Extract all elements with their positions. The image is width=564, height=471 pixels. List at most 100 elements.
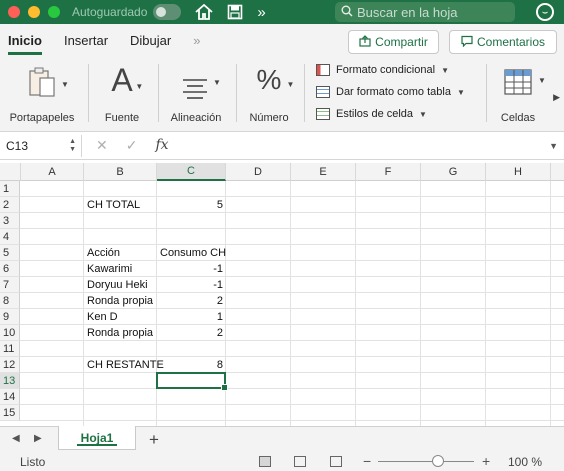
font-group[interactable]: A ▼ Fuente <box>96 60 148 128</box>
zoom-out-icon[interactable]: − <box>363 453 371 469</box>
cell-styles-button[interactable]: Estilos de celda ▼ <box>316 106 465 122</box>
cell-b6[interactable]: Kawarimi <box>84 261 157 277</box>
cells-icon: ▼ <box>504 66 546 103</box>
row-header-5[interactable]: 5 <box>0 245 20 261</box>
column-header-a[interactable]: A <box>21 163 84 181</box>
active-cell-selection[interactable] <box>156 372 228 391</box>
row-header-1[interactable]: 1 <box>0 181 20 197</box>
column-header-c[interactable]: C <box>157 163 226 181</box>
normal-view-icon[interactable] <box>259 456 271 467</box>
row-header-14[interactable]: 14 <box>0 389 20 405</box>
ribbon-divider <box>236 64 237 122</box>
cell-b5[interactable]: Acción <box>84 245 157 261</box>
cells-group[interactable]: ▼ Celdas <box>494 60 546 128</box>
grid-row-line <box>20 420 564 421</box>
alignment-group[interactable]: ▼ Alineación <box>166 60 226 128</box>
save-icon[interactable] <box>227 4 243 20</box>
previous-sheet-icon[interactable]: ◀ <box>12 433 20 444</box>
cell-b7[interactable]: Doryuu Heki <box>84 277 157 293</box>
tab-dibujar[interactable]: Dibujar <box>130 33 171 48</box>
row-header-3[interactable]: 3 <box>0 213 20 229</box>
cell-c7[interactable]: -1 <box>157 277 226 293</box>
expand-formula-bar-icon[interactable]: ▼ <box>549 141 558 151</box>
cell-c10[interactable]: 2 <box>157 325 226 341</box>
feedback-smiley-icon[interactable]: ⌣ <box>536 3 554 21</box>
row-header-8[interactable]: 8 <box>0 293 20 309</box>
page-layout-view-icon[interactable] <box>294 456 306 467</box>
clipboard-group[interactable]: ▼ Portapapeles <box>6 60 78 128</box>
cell-c8[interactable]: 2 <box>157 293 226 309</box>
title-bar: Autoguardado » Buscar en la hoja ⌣ <box>0 0 564 24</box>
cell-b10[interactable]: Ronda propia <box>84 325 157 341</box>
minimize-window-button[interactable] <box>28 6 40 18</box>
insert-function-icon[interactable]: fx <box>155 137 168 154</box>
share-label: Compartir <box>375 35 428 49</box>
row-header-2[interactable]: 2 <box>0 197 20 213</box>
ribbon-divider <box>486 64 487 122</box>
cell-b9[interactable]: Ken D <box>84 309 157 325</box>
search-box[interactable]: Buscar en la hoja <box>335 2 515 22</box>
tab-insertar[interactable]: Insertar <box>64 33 108 48</box>
close-window-button[interactable] <box>8 6 20 18</box>
spreadsheet-grid[interactable]: ABCDEFGH 1 2 3 4 5 6 7 8 9 10 11 12 13 14 15 CH TOTAL 5 A… <box>0 163 564 426</box>
column-header-e[interactable]: E <box>291 163 356 181</box>
add-sheet-icon[interactable]: + <box>149 430 159 450</box>
comments-label: Comentarios <box>476 35 546 49</box>
row-header-12[interactable]: 12 <box>0 357 20 373</box>
autosave-label: Autoguardado <box>72 5 148 19</box>
zoom-slider-track[interactable] <box>378 461 474 462</box>
select-all-corner[interactable] <box>0 163 21 181</box>
grid-row-line <box>20 228 564 229</box>
formula-controls: ✕ ✓ fx <box>96 137 169 154</box>
cancel-icon[interactable]: ✕ <box>96 137 108 154</box>
cell-b8[interactable]: Ronda propia <box>84 293 157 309</box>
row-header-13[interactable]: 13 <box>0 373 20 389</box>
number-group[interactable]: % ▼ Número <box>244 60 294 128</box>
row-header-4[interactable]: 4 <box>0 229 20 245</box>
formula-input[interactable] <box>183 136 564 156</box>
formula-bar: C13 ▲ ▼ ✕ ✓ fx ▼ <box>0 132 564 160</box>
row-header-10[interactable]: 10 <box>0 325 20 341</box>
confirm-icon[interactable]: ✓ <box>126 137 138 154</box>
row-header-11[interactable]: 11 <box>0 341 20 357</box>
row-header-9[interactable]: 9 <box>0 309 20 325</box>
ribbon-scroll-right-icon[interactable]: ▶ <box>553 92 560 103</box>
home-icon[interactable] <box>195 4 213 20</box>
cell-c6[interactable]: -1 <box>157 261 226 277</box>
cell-c5[interactable]: Consumo CH <box>157 245 226 261</box>
more-commands-icon[interactable]: » <box>257 4 265 21</box>
comments-button[interactable]: Comentarios <box>449 30 557 54</box>
column-header-d[interactable]: D <box>226 163 291 181</box>
zoom-slider-handle[interactable] <box>431 455 444 467</box>
next-sheet-icon[interactable]: ▶ <box>34 433 42 444</box>
cell-c9[interactable]: 1 <box>157 309 226 325</box>
page-break-view-icon[interactable] <box>330 456 342 467</box>
clipboard-label: Portapapeles <box>9 112 75 124</box>
cell-b2[interactable]: CH TOTAL <box>84 197 157 213</box>
share-button[interactable]: Compartir <box>348 30 439 54</box>
zoom-level[interactable]: 100 % <box>508 455 542 469</box>
row-header-15[interactable]: 15 <box>0 405 20 421</box>
search-placeholder: Buscar en la hoja <box>357 4 458 20</box>
name-box[interactable]: C13 ▲ ▼ <box>2 134 82 157</box>
cell-c2[interactable]: 5 <box>157 197 226 213</box>
maximize-window-button[interactable] <box>48 6 60 18</box>
format-as-table-button[interactable]: Dar formato como tabla ▼ <box>316 84 465 100</box>
row-header-7[interactable]: 7 <box>0 277 20 293</box>
more-tabs-chevron-icon[interactable]: » <box>193 33 200 48</box>
column-header-h[interactable]: H <box>486 163 551 181</box>
autosave-toggle[interactable] <box>153 4 182 20</box>
sheet-tab[interactable]: Hoja1 <box>58 426 136 450</box>
cell-c12[interactable]: 8 <box>157 357 226 373</box>
column-header-b[interactable]: B <box>84 163 157 181</box>
tab-inicio[interactable]: Inicio <box>8 33 42 55</box>
name-box-stepper-icon[interactable]: ▲ ▼ <box>69 138 76 154</box>
cell-b12[interactable]: CH RESTANTE <box>84 357 164 373</box>
window-controls <box>8 6 60 18</box>
ribbon-divider <box>88 64 89 122</box>
row-header-6[interactable]: 6 <box>0 261 20 277</box>
zoom-in-icon[interactable]: + <box>482 453 490 469</box>
column-header-g[interactable]: G <box>421 163 486 181</box>
conditional-format-button[interactable]: Formato condicional ▼ <box>316 62 465 78</box>
column-header-f[interactable]: F <box>356 163 421 181</box>
